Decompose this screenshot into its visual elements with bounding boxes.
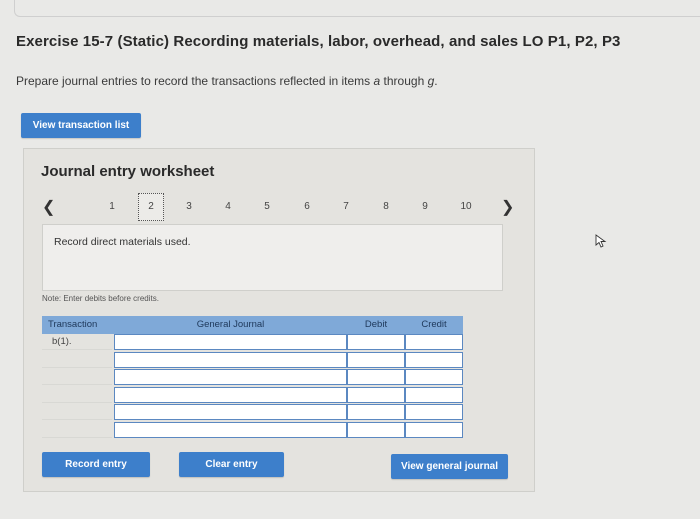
transaction-cell bbox=[42, 404, 112, 420]
table-row bbox=[42, 369, 463, 387]
transaction-cell bbox=[42, 422, 112, 438]
debit-input[interactable] bbox=[347, 351, 405, 368]
header-general-journal: General Journal bbox=[196, 319, 265, 330]
general-journal-input[interactable] bbox=[114, 386, 347, 403]
debit-input[interactable] bbox=[347, 421, 405, 438]
header-transaction: Transaction bbox=[48, 319, 98, 330]
worksheet-title: Journal entry worksheet bbox=[41, 163, 215, 180]
view-transaction-list-button[interactable]: View transaction list bbox=[21, 113, 141, 138]
note-text: Note: Enter debits before credits. bbox=[42, 294, 159, 303]
view-general-journal-button[interactable]: View general journal bbox=[391, 454, 508, 479]
journal-table-header: Transaction General Journal Debit Credit bbox=[42, 316, 463, 334]
journal-rows: b(1). bbox=[42, 334, 463, 439]
top-frame bbox=[14, 0, 700, 17]
transaction-cell: b(1). bbox=[42, 334, 112, 350]
table-row bbox=[42, 386, 463, 405]
page-3[interactable]: 3 bbox=[179, 193, 199, 221]
header-debit: Debit bbox=[364, 319, 388, 330]
credit-input[interactable] bbox=[405, 351, 463, 368]
page-1[interactable]: 1 bbox=[102, 193, 122, 221]
transaction-cell bbox=[42, 352, 112, 368]
general-journal-input[interactable] bbox=[114, 404, 347, 420]
debit-input[interactable] bbox=[347, 404, 405, 420]
header-credit: Credit bbox=[421, 319, 447, 330]
page-7[interactable]: 7 bbox=[336, 193, 356, 221]
debit-input[interactable] bbox=[347, 386, 405, 403]
page-10[interactable]: 10 bbox=[456, 193, 476, 221]
general-journal-input[interactable] bbox=[114, 421, 347, 438]
page-2[interactable]: 2 bbox=[138, 193, 164, 221]
debit-input[interactable] bbox=[347, 334, 405, 350]
page-title: Exercise 15-7 (Static) Recording materia… bbox=[16, 33, 621, 50]
transaction-cell bbox=[42, 369, 112, 385]
clear-entry-button[interactable]: Clear entry bbox=[179, 452, 284, 477]
transaction-cell bbox=[42, 387, 112, 403]
credit-input[interactable] bbox=[405, 334, 463, 350]
worksheet-pager: ❮ 1 2 3 4 5 6 7 8 9 10 ❯ bbox=[42, 193, 514, 225]
table-row bbox=[42, 351, 463, 370]
table-row: b(1). bbox=[42, 334, 463, 352]
entry-prompt: Record direct materials used. bbox=[54, 236, 191, 248]
page-6[interactable]: 6 bbox=[297, 193, 317, 221]
chevron-right-icon[interactable]: ❯ bbox=[501, 197, 514, 217]
entry-prompt-box: Record direct materials used. bbox=[42, 224, 503, 291]
general-journal-input[interactable] bbox=[114, 334, 347, 350]
journal-entry-worksheet: Journal entry worksheet ❮ 1 2 3 4 5 6 7 … bbox=[23, 148, 535, 492]
credit-input[interactable] bbox=[405, 404, 463, 420]
credit-input[interactable] bbox=[405, 369, 463, 385]
page-5[interactable]: 5 bbox=[257, 193, 277, 221]
debit-input[interactable] bbox=[347, 369, 405, 385]
credit-input[interactable] bbox=[405, 421, 463, 438]
page-4[interactable]: 4 bbox=[218, 193, 238, 221]
table-row bbox=[42, 421, 463, 440]
chevron-left-icon[interactable]: ❮ bbox=[42, 197, 55, 217]
general-journal-input[interactable] bbox=[114, 369, 347, 385]
page-8[interactable]: 8 bbox=[376, 193, 396, 221]
credit-input[interactable] bbox=[405, 386, 463, 403]
general-journal-input[interactable] bbox=[114, 351, 347, 368]
page-9[interactable]: 9 bbox=[415, 193, 435, 221]
record-entry-button[interactable]: Record entry bbox=[42, 452, 150, 477]
table-row bbox=[42, 404, 463, 422]
mouse-pointer-icon bbox=[595, 234, 607, 248]
instructions: Prepare journal entries to record the tr… bbox=[16, 74, 438, 88]
